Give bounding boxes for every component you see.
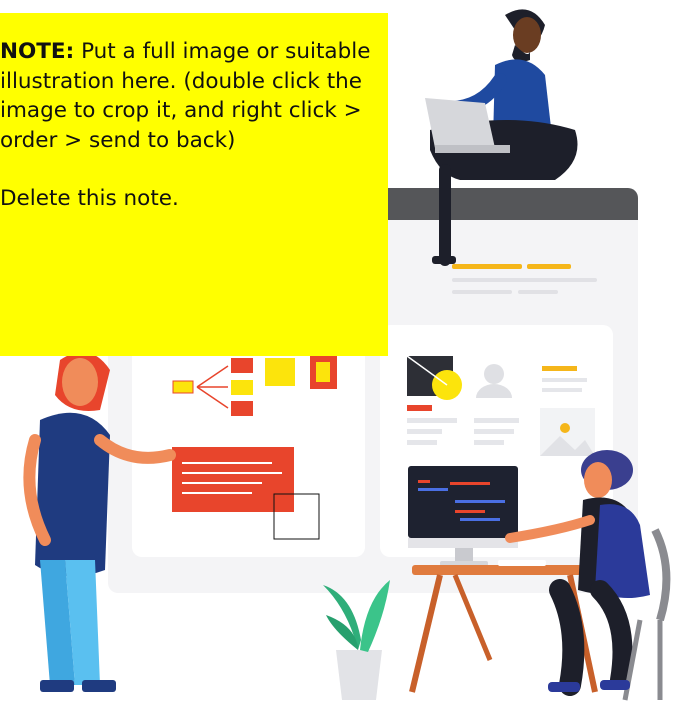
wireframe-card [132,325,365,557]
note-label: NOTE: [0,39,75,64]
plant-icon [323,580,390,700]
note-spacer [0,155,378,184]
note-delete-text: Delete this note. [0,186,179,211]
placeholder-note: NOTE: Put a full image or suitable illus… [0,13,388,356]
note-text: NOTE: Put a full image or suitable illus… [0,37,378,155]
